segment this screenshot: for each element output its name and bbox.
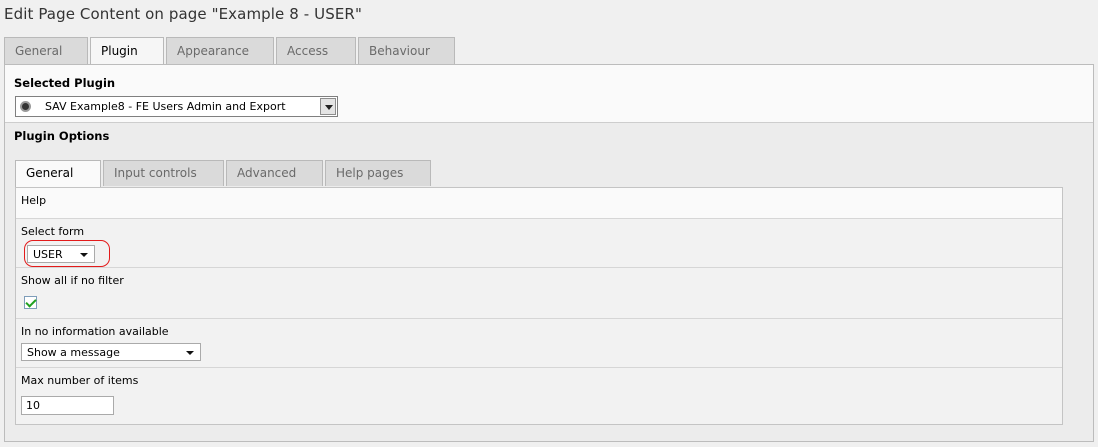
plugin-icon [20, 101, 31, 112]
plugin-select[interactable]: SAV Example8 - FE Users Admin and Export [15, 96, 338, 117]
tab-general[interactable]: General [4, 37, 88, 64]
tab-advanced[interactable]: Advanced [226, 160, 323, 186]
tab-appearance[interactable]: Appearance [166, 37, 274, 64]
selected-plugin-section: Selected Plugin SAV Example8 - FE Users … [5, 65, 1093, 123]
no-info-value: Show a message [27, 346, 120, 359]
plugin-options-tab-bar: General Input controls Advanced Help pag… [15, 160, 433, 187]
help-label: Help [21, 194, 47, 207]
show-all-row: Show all if no filter [16, 268, 1062, 319]
max-items-label: Max number of items [21, 374, 139, 387]
top-tab-bar: General Plugin Appearance Access Behavio… [4, 37, 457, 65]
tab-behaviour[interactable]: Behaviour [358, 37, 455, 64]
plugin-panel: Selected Plugin SAV Example8 - FE Users … [4, 64, 1094, 442]
plugin-options-heading: Plugin Options [14, 129, 110, 143]
chevron-down-icon [186, 351, 194, 355]
tab-help-pages[interactable]: Help pages [325, 160, 431, 186]
max-items-input[interactable] [21, 396, 114, 415]
select-form-row: Select form USER [16, 219, 1062, 268]
tab-options-general[interactable]: General [15, 160, 101, 187]
chevron-down-icon[interactable] [320, 98, 336, 115]
select-form-label: Select form [21, 225, 85, 238]
tab-access[interactable]: Access [276, 37, 356, 64]
help-row: Help [16, 188, 1062, 219]
max-items-row: Max number of items [16, 368, 1062, 425]
plugin-options-panel: Help Select form USER Show all if no fil… [15, 187, 1063, 425]
page-title: Edit Page Content on page "Example 8 - U… [4, 5, 362, 23]
show-all-checkbox[interactable] [24, 296, 37, 309]
plugin-select-value: SAV Example8 - FE Users Admin and Export [45, 100, 286, 113]
no-info-row: In no information available Show a messa… [16, 319, 1062, 368]
no-info-label: In no information available [21, 325, 169, 338]
tab-input-controls[interactable]: Input controls [103, 160, 224, 186]
selected-plugin-heading: Selected Plugin [14, 76, 116, 90]
highlight-annotation [24, 240, 110, 267]
show-all-label: Show all if no filter [21, 274, 124, 287]
no-info-dropdown[interactable]: Show a message [21, 343, 201, 361]
tab-plugin[interactable]: Plugin [90, 37, 164, 65]
